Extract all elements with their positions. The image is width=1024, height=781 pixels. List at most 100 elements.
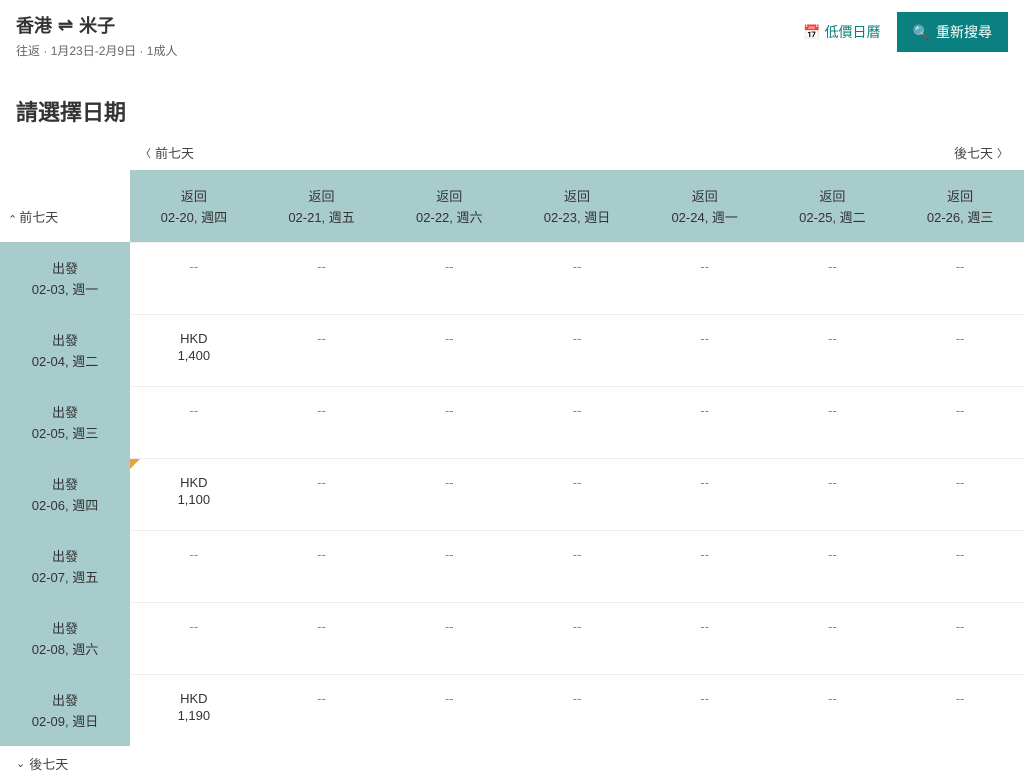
- price-cell[interactable]: --: [769, 242, 897, 314]
- no-price: --: [700, 691, 709, 706]
- header-actions: 📅 低價日曆 🔍 重新搜尋: [803, 12, 1008, 52]
- no-price: --: [573, 691, 582, 706]
- calendar-link-label: 低價日曆: [825, 22, 881, 42]
- currency: HKD: [138, 691, 250, 706]
- search-icon: 🔍: [913, 24, 930, 41]
- price-cell[interactable]: --: [513, 674, 641, 746]
- price-cell[interactable]: --: [641, 530, 769, 602]
- price-cell[interactable]: --: [513, 314, 641, 386]
- row-header-label-top: 出發: [8, 258, 122, 277]
- no-price: --: [317, 619, 326, 634]
- price-cell[interactable]: --: [641, 242, 769, 314]
- col-header-label-bot: 02-26, 週三: [904, 207, 1016, 226]
- return-date-header: 返回02-26, 週三: [896, 170, 1024, 242]
- price-cell[interactable]: --: [385, 458, 513, 530]
- price-cell[interactable]: --: [385, 530, 513, 602]
- price-cell[interactable]: --: [258, 530, 386, 602]
- low-price-calendar-link[interactable]: 📅 低價日曆: [803, 22, 880, 42]
- no-price: --: [317, 331, 326, 346]
- price-cell[interactable]: --: [896, 314, 1024, 386]
- prev-week-left[interactable]: ⌃ 前七天: [0, 170, 130, 242]
- col-header-label-top: 返回: [649, 186, 761, 205]
- depart-date-header: 出發02-05, 週三: [0, 386, 130, 458]
- price-cell[interactable]: --: [896, 386, 1024, 458]
- price-cell[interactable]: --: [769, 602, 897, 674]
- no-price: --: [956, 475, 965, 490]
- price-cell[interactable]: --: [130, 530, 258, 602]
- next-week-bottom[interactable]: ⌄ 後七天: [16, 754, 1008, 773]
- currency: HKD: [138, 331, 250, 346]
- price-cell[interactable]: HKD1,400: [130, 314, 258, 386]
- col-header-label-top: 返回: [521, 186, 633, 205]
- price-cell[interactable]: --: [258, 314, 386, 386]
- price-cell[interactable]: --: [385, 314, 513, 386]
- row-header-label-bot: 02-04, 週二: [8, 351, 122, 370]
- no-price: --: [317, 547, 326, 562]
- price-cell[interactable]: --: [769, 458, 897, 530]
- price-cell[interactable]: --: [513, 386, 641, 458]
- price-cell[interactable]: --: [513, 602, 641, 674]
- price-cell[interactable]: --: [641, 386, 769, 458]
- no-price: --: [190, 619, 199, 634]
- no-price: --: [573, 619, 582, 634]
- price-cell[interactable]: --: [896, 458, 1024, 530]
- depart-date-header: 出發02-07, 週五: [0, 530, 130, 602]
- price-cell[interactable]: --: [258, 242, 386, 314]
- price-cell[interactable]: --: [258, 386, 386, 458]
- col-header-label-bot: 02-21, 週五: [266, 207, 378, 226]
- no-price: --: [573, 403, 582, 418]
- price-cell[interactable]: --: [896, 242, 1024, 314]
- no-price: --: [828, 691, 837, 706]
- price-cell[interactable]: --: [641, 314, 769, 386]
- price-cell[interactable]: --: [513, 458, 641, 530]
- row-header-label-bot: 02-07, 週五: [8, 567, 122, 586]
- next-week-bottom-label: 後七天: [29, 754, 68, 773]
- amount: 1,190: [138, 708, 250, 723]
- price-cell[interactable]: --: [385, 602, 513, 674]
- prev-week-top[interactable]: 〈 前七天: [140, 143, 194, 162]
- row-header-label-bot: 02-09, 週日: [8, 711, 122, 730]
- row-header-label-bot: 02-08, 週六: [8, 639, 122, 658]
- col-header-label-bot: 02-22, 週六: [393, 207, 505, 226]
- col-header-label-top: 返回: [393, 186, 505, 205]
- price-cell[interactable]: --: [258, 458, 386, 530]
- no-price: --: [828, 259, 837, 274]
- chevron-right-icon: 〉: [997, 145, 1008, 161]
- search-again-button[interactable]: 🔍 重新搜尋: [897, 12, 1008, 52]
- no-price: --: [828, 331, 837, 346]
- price-cell[interactable]: --: [130, 602, 258, 674]
- depart-date-header: 出發 02-04, 週二: [0, 314, 130, 386]
- trip-type: 往返: [16, 44, 40, 58]
- price-cell[interactable]: --: [513, 530, 641, 602]
- price-cell[interactable]: --: [130, 242, 258, 314]
- currency: HKD: [138, 475, 250, 490]
- price-cell[interactable]: --: [385, 242, 513, 314]
- price-cell[interactable]: --: [769, 530, 897, 602]
- price-cell[interactable]: --: [641, 674, 769, 746]
- price-cell[interactable]: --: [513, 242, 641, 314]
- price-cell[interactable]: --: [258, 602, 386, 674]
- price-cell[interactable]: --: [641, 602, 769, 674]
- no-price: --: [317, 475, 326, 490]
- price-cell[interactable]: --: [258, 674, 386, 746]
- no-price: --: [190, 259, 199, 274]
- price-cell[interactable]: --: [896, 530, 1024, 602]
- top-week-nav: 〈 前七天 後七天 〉: [0, 143, 1024, 170]
- price-cell[interactable]: --: [769, 386, 897, 458]
- next-week-top[interactable]: 後七天 〉: [954, 143, 1008, 162]
- price-cell[interactable]: --: [385, 674, 513, 746]
- no-price: --: [445, 331, 454, 346]
- price-cell[interactable]: --: [896, 674, 1024, 746]
- price-cell[interactable]: --: [385, 386, 513, 458]
- no-price: --: [317, 259, 326, 274]
- price-cell[interactable]: --: [769, 314, 897, 386]
- depart-date-header: 出發02-09, 週日: [0, 674, 130, 746]
- no-price: --: [317, 691, 326, 706]
- row-header-label-top: 出發: [8, 330, 122, 349]
- price-cell[interactable]: --: [769, 674, 897, 746]
- price-cell[interactable]: --: [896, 602, 1024, 674]
- price-cell[interactable]: HKD1,100: [130, 458, 258, 530]
- price-cell[interactable]: HKD 1,190: [130, 674, 258, 746]
- price-cell[interactable]: --: [641, 458, 769, 530]
- price-cell[interactable]: --: [130, 386, 258, 458]
